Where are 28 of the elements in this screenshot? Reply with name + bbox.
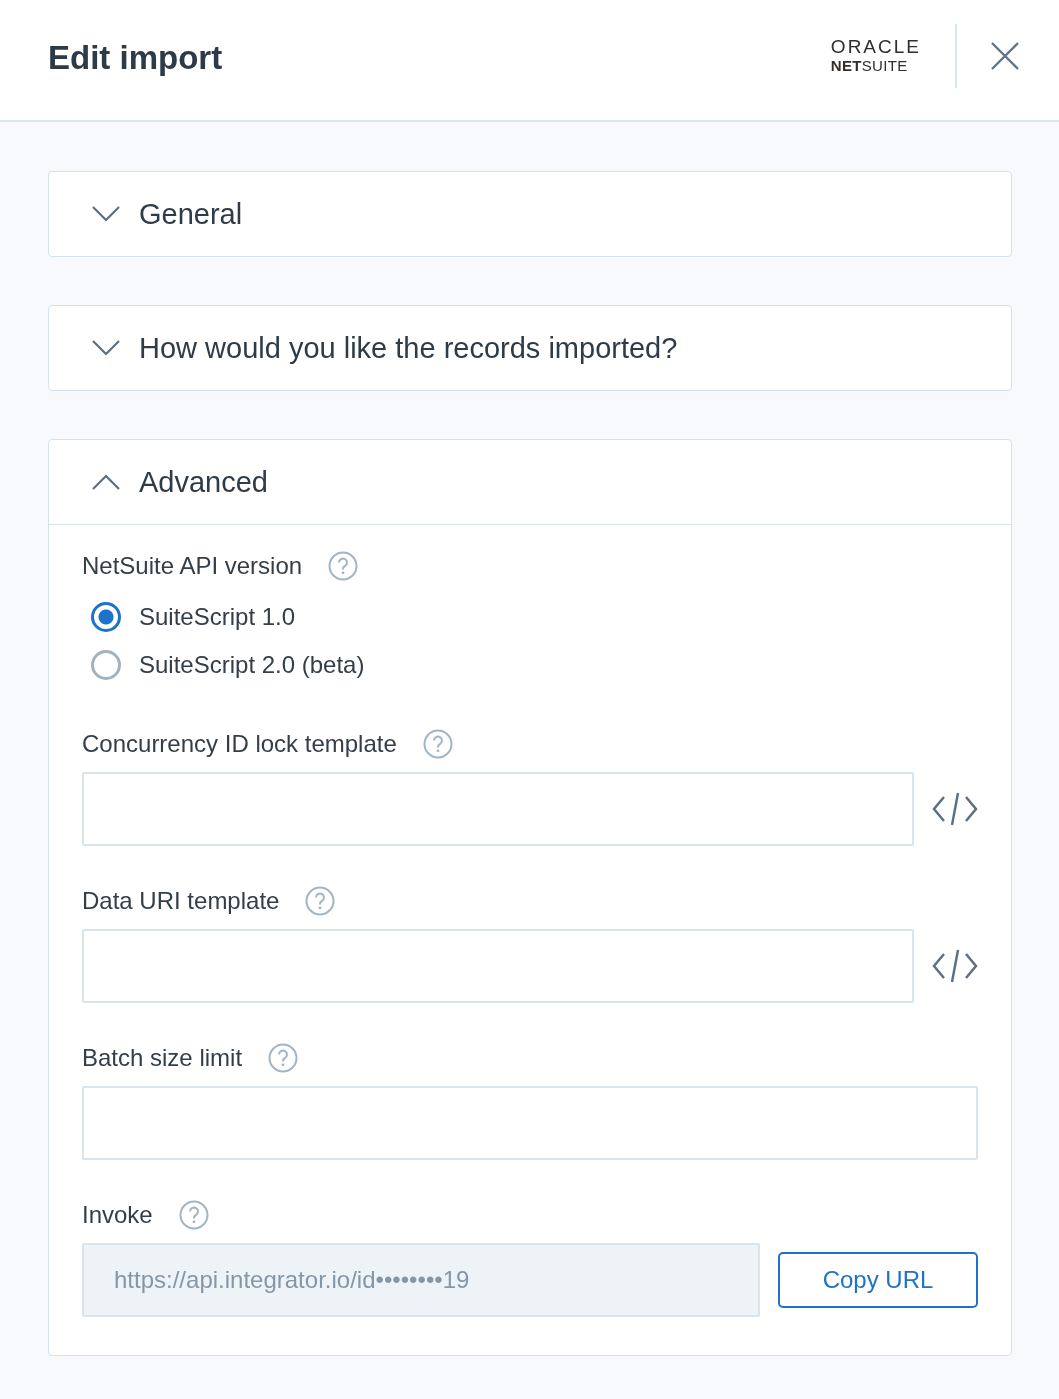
- close-button[interactable]: [991, 42, 1019, 70]
- field-label: NetSuite API version: [82, 552, 303, 580]
- field-label: Concurrency ID lock template: [82, 730, 397, 758]
- radio-button[interactable]: [91, 650, 121, 680]
- logo-product-name: NETSUITE: [830, 57, 908, 75]
- help-icon[interactable]: [305, 886, 336, 916]
- logo-wordmark: ORACLE: [830, 37, 921, 57]
- text-input[interactable]: [82, 929, 914, 1003]
- copy-url-button[interactable]: Copy URL: [778, 1252, 978, 1308]
- field-label: Batch size limit: [82, 1044, 243, 1072]
- radio-label[interactable]: SuiteScript 1.0: [139, 603, 296, 631]
- field-label: Invoke: [82, 1201, 153, 1229]
- accordion-header[interactable]: General: [49, 172, 1011, 256]
- window-title: Edit import: [48, 38, 223, 78]
- field-label: Data URI template: [82, 887, 280, 915]
- code-icon[interactable]: [932, 948, 978, 984]
- code-icon[interactable]: [932, 791, 978, 827]
- close-icon: [991, 42, 1019, 70]
- help-icon[interactable]: [178, 1200, 209, 1230]
- text-input[interactable]: [82, 1086, 978, 1160]
- help-icon[interactable]: [422, 729, 453, 759]
- text-input[interactable]: [82, 772, 914, 846]
- help-icon[interactable]: [328, 551, 359, 581]
- radio-button[interactable]: [91, 602, 121, 632]
- radio-label[interactable]: SuiteScript 2.0 (beta): [139, 651, 365, 679]
- accordion-header[interactable]: How would you like the records imported?: [49, 306, 1011, 390]
- help-icon[interactable]: [268, 1043, 299, 1073]
- accordion-header[interactable]: Advanced: [49, 440, 1011, 525]
